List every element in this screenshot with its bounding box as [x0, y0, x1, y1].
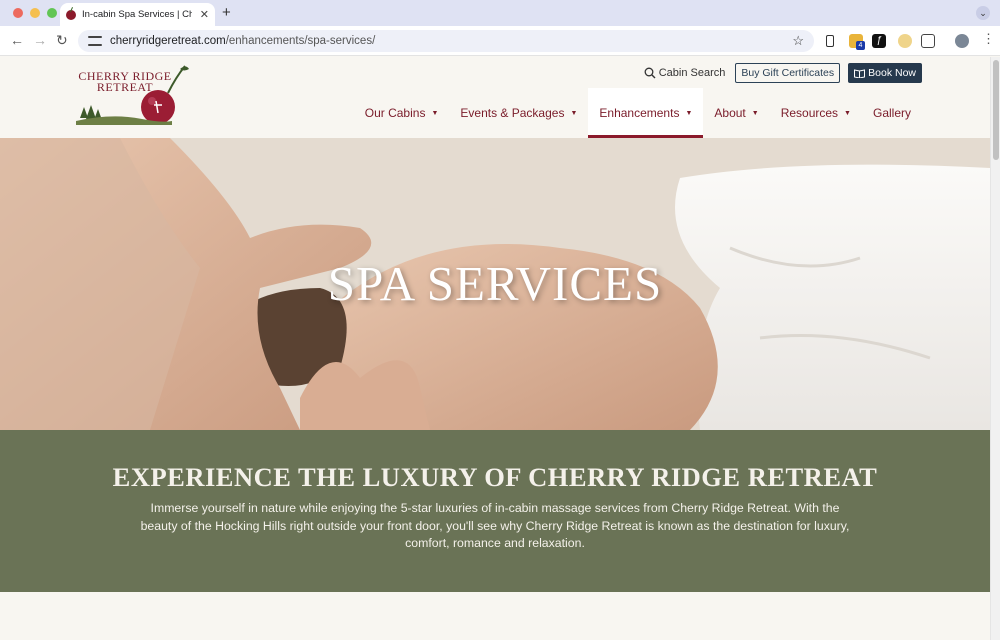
caret-down-icon: ▼ [844, 109, 851, 117]
cherry-favicon-icon [66, 9, 76, 20]
tab-search-icon[interactable]: ⌄ [976, 6, 990, 20]
scrollbar-thumb[interactable] [993, 60, 999, 160]
site-header: CHERRY RIDGE RETREAT Cabin Search Buy Gi… [0, 57, 990, 138]
nav-item-our-cabins[interactable]: Our Cabins ▼ [354, 88, 450, 138]
caret-down-icon: ▼ [431, 109, 439, 117]
book-icon [854, 68, 866, 78]
nav-label: About [714, 106, 746, 120]
main-navigation: Our Cabins ▼ Events & Packages ▼ Enhanceme… [354, 88, 922, 138]
cabin-search-link[interactable]: Cabin Search [644, 67, 726, 79]
book-now-button[interactable]: Book Now [848, 63, 922, 83]
content-area [0, 592, 990, 640]
caret-down-icon: ▼ [685, 109, 693, 117]
forward-button[interactable]: → [33, 32, 47, 48]
buy-gift-certificates-button[interactable]: Buy Gift Certificates [735, 63, 841, 83]
site-info-icon[interactable] [88, 36, 102, 46]
tab-close-icon[interactable]: ✕ [200, 8, 209, 21]
cherry-ridge-logo[interactable]: CHERRY RIDGE RETREAT [72, 63, 192, 133]
intro-section: EXPERIENCE THE LUXURY OF CHERRY RIDGE RE… [0, 430, 990, 592]
intro-heading: EXPERIENCE THE LUXURY OF CHERRY RIDGE RE… [112, 462, 878, 492]
script-extension-icon[interactable]: ƒ [872, 34, 886, 48]
browser-menu-icon[interactable]: ⋮ [982, 31, 995, 47]
nav-item-about[interactable]: About ▼ [703, 88, 769, 138]
device-icon[interactable] [826, 35, 834, 47]
browser-tab[interactable]: In-cabin Spa Services | Cherr ✕ [60, 3, 215, 26]
hero-banner: SPA SERVICES [0, 138, 990, 430]
book-now-label: Book Now [868, 67, 916, 79]
intro-paragraph: Immerse yourself in nature while enjoyin… [140, 501, 850, 550]
reload-button[interactable]: ↻ [56, 32, 68, 49]
browser-tab-bar: In-cabin Spa Services | Cherr ✕ + ⌄ [0, 0, 1000, 26]
url-text: cherryridgeretreat.com/enhancements/spa-… [110, 35, 376, 47]
extensions-puzzle-icon[interactable] [921, 34, 935, 48]
nav-item-resources[interactable]: Resources ▼ [770, 88, 862, 138]
profile-avatar[interactable] [955, 34, 969, 48]
page-scrollbar[interactable] [990, 57, 1000, 640]
address-bar[interactable]: cherryridgeretreat.com/enhancements/spa-… [78, 30, 814, 52]
cherry-emblem-icon [76, 65, 189, 125]
header-top-links: Cabin Search Buy Gift Certificates Book … [644, 63, 922, 83]
nav-label: Resources [780, 106, 839, 120]
nav-item-enhancements[interactable]: Enhancements ▼ [588, 88, 704, 138]
nav-label: Gallery [872, 106, 911, 120]
window-controls [13, 8, 57, 18]
nav-item-events-packages[interactable]: Events & Packages ▼ [449, 88, 588, 138]
nav-label: Our Cabins [364, 106, 426, 120]
maximize-window-button[interactable] [47, 8, 57, 18]
minimize-window-button[interactable] [30, 8, 40, 18]
back-button[interactable]: ← [10, 32, 24, 48]
extension-badge: 4 [856, 41, 865, 50]
nav-label: Enhancements [599, 106, 680, 120]
bookmark-star-icon[interactable]: ☆ [792, 33, 804, 49]
browser-toolbar: ← → ↻ cherryridgeretreat.com/enhancement… [0, 26, 1000, 56]
close-window-button[interactable] [13, 8, 23, 18]
cabin-search-label: Cabin Search [658, 67, 726, 79]
pear-extension-icon[interactable] [898, 34, 912, 48]
search-icon [644, 67, 656, 79]
tab-title: In-cabin Spa Services | Cherr [81, 9, 192, 20]
caret-down-icon: ▼ [570, 109, 578, 117]
hero-title: SPA SERVICES [327, 256, 663, 311]
nav-item-gallery[interactable]: Gallery [862, 88, 922, 138]
nav-label: Events & Packages [460, 106, 565, 120]
caret-down-icon: ▼ [751, 109, 759, 117]
new-tab-button[interactable]: + [222, 4, 231, 21]
